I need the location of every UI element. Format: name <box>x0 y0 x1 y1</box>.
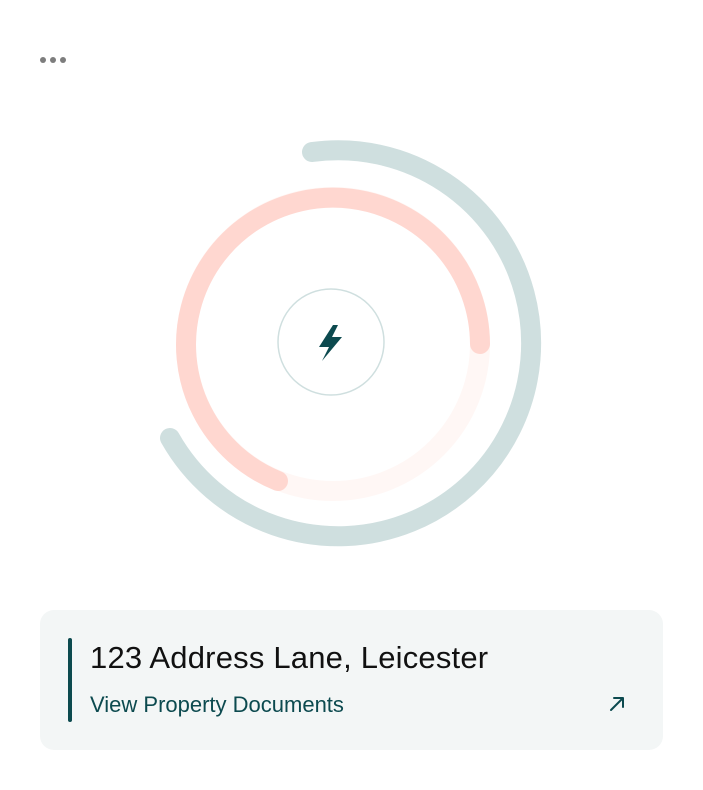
energy-gauge <box>160 140 542 547</box>
property-card[interactable]: 123 Address Lane, Leicester View Propert… <box>40 610 663 750</box>
property-overview-panel: 123 Address Lane, Leicester View Propert… <box>0 0 703 790</box>
view-documents-link[interactable]: View Property Documents <box>90 692 344 718</box>
property-address: 123 Address Lane, Leicester <box>90 640 489 675</box>
card-accent-bar <box>68 638 72 722</box>
arrow-up-right-icon[interactable] <box>607 694 627 714</box>
